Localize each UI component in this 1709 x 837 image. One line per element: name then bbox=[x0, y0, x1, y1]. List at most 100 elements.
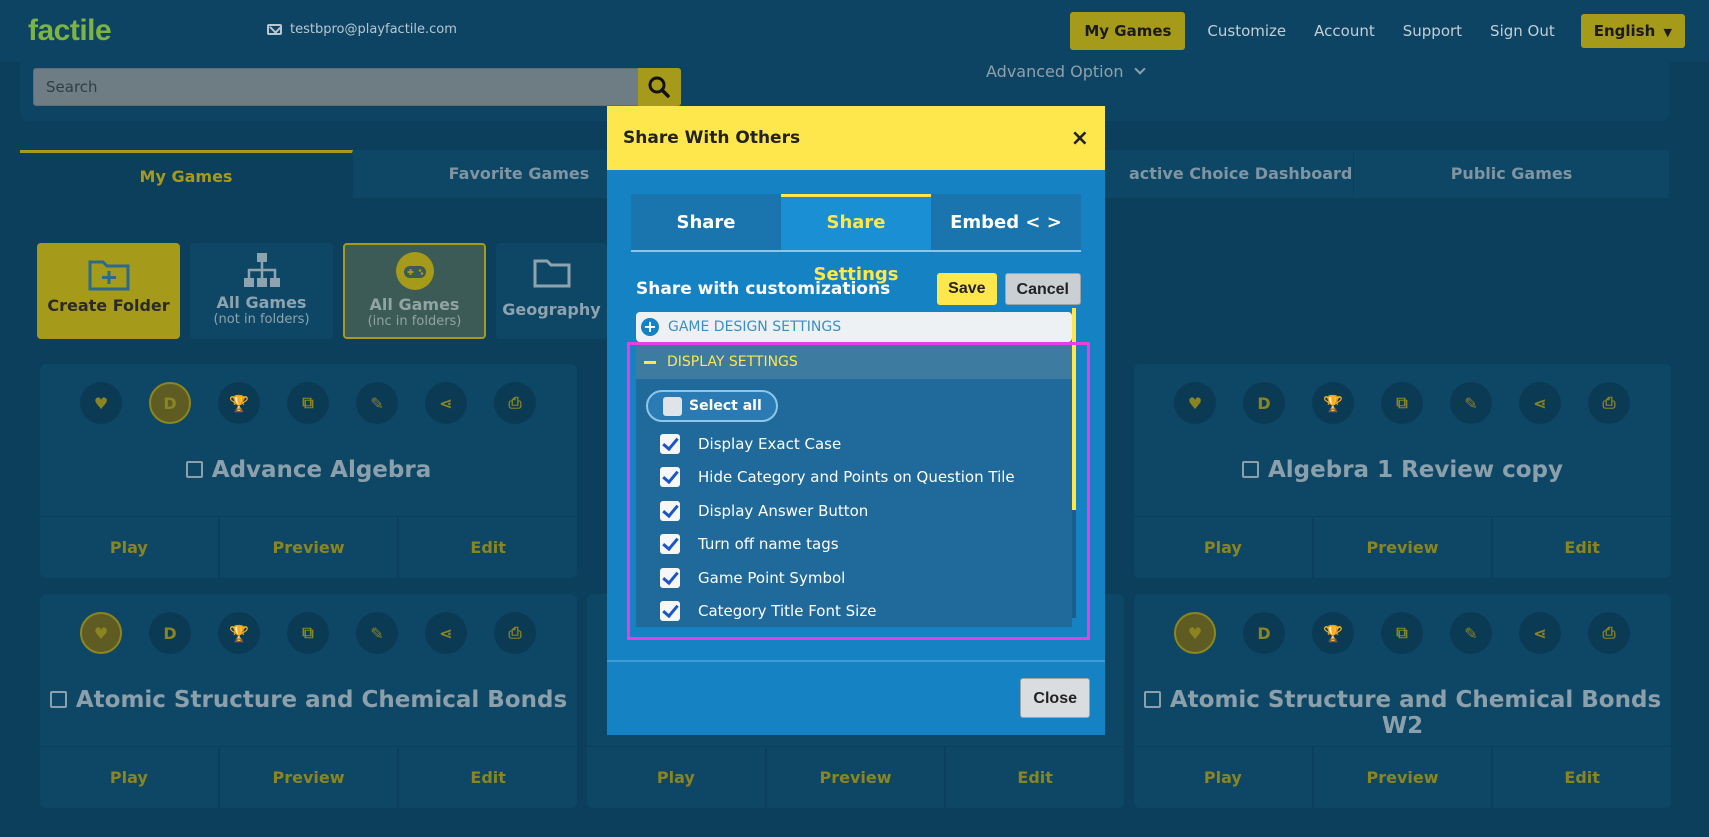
tab-share-settings[interactable]: Share Settings bbox=[781, 194, 931, 285]
share-icon[interactable]: ⋖ bbox=[1519, 612, 1561, 654]
copy-icon[interactable]: ⧉ bbox=[1381, 382, 1423, 424]
main-nav: My Games Customize Account Support Sign … bbox=[1070, 12, 1709, 50]
play-button[interactable]: Play bbox=[40, 747, 220, 808]
select-checkbox[interactable] bbox=[185, 461, 203, 478]
cancel-button[interactable]: Cancel bbox=[1004, 273, 1081, 305]
folder-all-games-inc-in-folders[interactable]: All Games (inc in folders) bbox=[343, 243, 486, 339]
modal-header: Share With Others × bbox=[607, 106, 1105, 170]
print-icon[interactable]: ⎙ bbox=[494, 382, 536, 424]
trophy-icon[interactable]: 🏆 bbox=[218, 382, 260, 424]
folder-subtitle: (inc in folders) bbox=[367, 314, 462, 329]
d-badge-icon[interactable]: D bbox=[1243, 612, 1285, 654]
d-badge-icon[interactable]: D bbox=[149, 382, 191, 424]
close-icon[interactable]: × bbox=[1071, 126, 1089, 151]
edit-icon[interactable]: ✎ bbox=[1450, 382, 1492, 424]
card-title-text: Atomic Structure and Chemical Bonds W2 bbox=[1169, 687, 1662, 739]
copy-icon[interactable]: ⧉ bbox=[287, 382, 329, 424]
folder-all-games-not-in-folders[interactable]: All Games (not in folders) bbox=[190, 243, 333, 339]
heart-icon[interactable]: ♥ bbox=[80, 382, 122, 424]
nav-customize[interactable]: Customize bbox=[1193, 12, 1300, 50]
save-button[interactable]: Save bbox=[937, 273, 997, 305]
preview-button[interactable]: Preview bbox=[220, 747, 400, 808]
tab-share[interactable]: Share bbox=[631, 194, 781, 250]
card-icon-row: ♥ D 🏆 ⧉ ✎ ⋖ ⎙ bbox=[1174, 612, 1630, 654]
preview-button[interactable]: Preview bbox=[767, 747, 947, 808]
print-icon[interactable]: ⎙ bbox=[1588, 382, 1630, 424]
advanced-option-toggle[interactable]: Advanced Option bbox=[986, 62, 1146, 81]
copy-icon[interactable]: ⧉ bbox=[1381, 612, 1423, 654]
plus-circle-icon: + bbox=[641, 318, 659, 336]
gamepad-icon bbox=[395, 252, 434, 290]
edit-button[interactable]: Edit bbox=[399, 747, 577, 808]
d-badge-icon[interactable]: D bbox=[149, 612, 191, 654]
play-button[interactable]: Play bbox=[40, 517, 220, 578]
language-label: English bbox=[1593, 22, 1656, 40]
card-title: Algebra 1 Review copy bbox=[1134, 457, 1671, 483]
folder-title: All Games bbox=[369, 295, 460, 314]
search-input[interactable] bbox=[33, 68, 639, 106]
share-icon[interactable]: ⋖ bbox=[1519, 382, 1561, 424]
game-card: ♥ D 🏆 ⧉ ✎ ⋖ ⎙ Advance Algebra Play Previ… bbox=[40, 364, 577, 578]
share-icon[interactable]: ⋖ bbox=[425, 382, 467, 424]
edit-button[interactable]: Edit bbox=[946, 747, 1124, 808]
tab-public-games[interactable]: Public Games bbox=[1354, 150, 1669, 198]
share-icon[interactable]: ⋖ bbox=[425, 612, 467, 654]
card-icon-row: ♥ D 🏆 ⧉ ✎ ⋖ ⎙ bbox=[1174, 382, 1630, 424]
trophy-icon[interactable]: 🏆 bbox=[218, 612, 260, 654]
nav-sign-out[interactable]: Sign Out bbox=[1476, 12, 1569, 50]
card-actions: Play Preview Edit bbox=[1134, 516, 1671, 578]
card-icon-row: ♥ D 🏆 ⧉ ✎ ⋖ ⎙ bbox=[80, 382, 536, 424]
card-title: Advance Algebra bbox=[40, 457, 577, 483]
edit-button[interactable]: Edit bbox=[1493, 747, 1671, 808]
heart-icon[interactable]: ♥ bbox=[1174, 382, 1216, 424]
nav-my-games[interactable]: My Games bbox=[1070, 12, 1186, 50]
close-button[interactable]: Close bbox=[1020, 678, 1090, 718]
heart-icon[interactable]: ♥ bbox=[80, 612, 122, 654]
modal-tabs: Share Share Settings Embed < > bbox=[631, 194, 1081, 285]
play-button[interactable]: Play bbox=[1134, 747, 1314, 808]
d-badge-icon[interactable]: D bbox=[1243, 382, 1285, 424]
edit-icon[interactable]: ✎ bbox=[356, 612, 398, 654]
folder-geography[interactable]: Geography bbox=[496, 243, 607, 339]
preview-button[interactable]: Preview bbox=[1314, 517, 1494, 578]
edit-button[interactable]: Edit bbox=[399, 517, 577, 578]
game-card: ♥ D 🏆 ⧉ ✎ ⋖ ⎙ Atomic Structure and Chemi… bbox=[1134, 594, 1671, 808]
print-icon[interactable]: ⎙ bbox=[1588, 612, 1630, 654]
edit-icon[interactable]: ✎ bbox=[1450, 612, 1492, 654]
top-bar: factile testbpro@playfactile.com My Game… bbox=[0, 0, 1709, 62]
play-button[interactable]: Play bbox=[587, 747, 767, 808]
select-checkbox[interactable] bbox=[1241, 461, 1259, 478]
chevron-down-icon bbox=[1133, 63, 1146, 75]
tab-embed[interactable]: Embed < > bbox=[931, 194, 1081, 250]
search-button[interactable] bbox=[638, 68, 681, 106]
edit-icon[interactable]: ✎ bbox=[356, 382, 398, 424]
card-actions: Play Preview Edit bbox=[1134, 746, 1671, 808]
game-design-settings-header[interactable]: + GAME DESIGN SETTINGS bbox=[636, 312, 1072, 342]
copy-icon[interactable]: ⧉ bbox=[287, 612, 329, 654]
trophy-icon[interactable]: 🏆 bbox=[1312, 382, 1354, 424]
card-title-text: Advance Algebra bbox=[211, 457, 432, 483]
print-icon[interactable]: ⎙ bbox=[494, 612, 536, 654]
edit-button[interactable]: Edit bbox=[1493, 517, 1671, 578]
select-checkbox[interactable] bbox=[49, 691, 67, 708]
card-title-text: Algebra 1 Review copy bbox=[1267, 457, 1564, 483]
display-settings-highlight bbox=[627, 342, 1090, 640]
preview-button[interactable]: Preview bbox=[1314, 747, 1494, 808]
folder-title: Geography bbox=[502, 300, 601, 319]
hierarchy-icon bbox=[243, 253, 280, 287]
nav-account[interactable]: Account bbox=[1300, 12, 1389, 50]
create-folder-button[interactable]: Create Folder bbox=[37, 243, 180, 339]
tab-my-games[interactable]: My Games bbox=[20, 150, 353, 198]
select-checkbox[interactable] bbox=[1143, 691, 1161, 708]
nav-support[interactable]: Support bbox=[1389, 12, 1476, 50]
customizations-label: Share with customizations bbox=[636, 279, 891, 299]
logo[interactable]: factile bbox=[28, 14, 112, 48]
card-title-text: Atomic Structure and Chemical Bonds bbox=[75, 687, 568, 713]
play-button[interactable]: Play bbox=[1134, 517, 1314, 578]
heart-icon[interactable]: ♥ bbox=[1174, 612, 1216, 654]
card-actions: Play Preview Edit bbox=[40, 516, 577, 578]
trophy-icon[interactable]: 🏆 bbox=[1312, 612, 1354, 654]
folder-icon bbox=[533, 259, 570, 288]
preview-button[interactable]: Preview bbox=[220, 517, 400, 578]
language-dropdown[interactable]: English ▼ bbox=[1580, 14, 1685, 48]
